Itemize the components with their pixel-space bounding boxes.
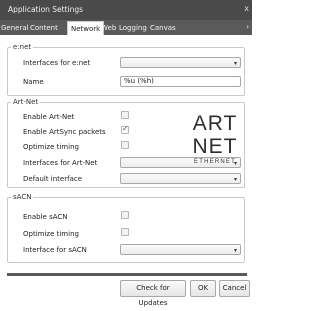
artnet-optimize-checkbox[interactable] <box>121 141 129 149</box>
ok-button[interactable]: OK <box>190 280 216 297</box>
chevron-right-icon[interactable]: › <box>246 23 249 31</box>
cancel-button[interactable]: Cancel <box>219 280 250 297</box>
sacn-optimize-checkbox[interactable] <box>121 228 129 236</box>
artnet-logo: ART NET ETHERNET <box>184 110 246 168</box>
sacn-enable-checkbox[interactable] <box>121 211 129 219</box>
enet-interfaces-label: Interfaces for e:net <box>23 59 91 67</box>
artnet-group-title: Art-Net <box>11 98 41 106</box>
sacn-optimize-label: Optimize timing <box>23 230 79 238</box>
enet-name-label: Name <box>23 78 44 86</box>
content-bottom-border <box>7 273 247 276</box>
checkmark-icon: ✓ <box>122 124 129 133</box>
tab-content[interactable]: Content <box>29 21 59 35</box>
tab-bar: General Content Network Web Logging Canv… <box>0 20 252 35</box>
chevron-down-icon: ▾ <box>233 176 237 183</box>
window-title: Application Settings <box>8 5 84 14</box>
default-interface-select[interactable]: ▾ <box>120 173 241 184</box>
artnet-interfaces-label: Interfaces for Art-Net <box>23 159 98 167</box>
enet-group: e:net Interfaces for e:net ▾ Name %u (%h… <box>7 43 245 96</box>
settings-window: Application Settings x General Content N… <box>0 0 252 307</box>
tab-network[interactable]: Network <box>67 21 105 35</box>
chevron-down-icon: ▾ <box>233 60 237 67</box>
tab-general[interactable]: General <box>0 21 30 35</box>
sacn-interface-select[interactable]: ▾ <box>120 244 241 255</box>
chevron-down-icon: ▾ <box>233 247 237 254</box>
title-bar: Application Settings x <box>0 0 252 20</box>
logo-line-3: ETHERNET <box>194 159 236 165</box>
logo-line-1: ART <box>193 112 238 135</box>
artnet-optimize-label: Optimize timing <box>23 143 79 151</box>
sacn-enable-label: Enable sACN <box>23 213 68 221</box>
default-interface-label: Default interface <box>23 175 83 183</box>
sacn-group: sACN Enable sACN Optimize timing Interfa… <box>7 193 245 263</box>
close-icon[interactable]: x <box>244 4 249 13</box>
sacn-group-title: sACN <box>11 193 34 201</box>
sacn-interface-label: Interface for sACN <box>23 246 87 254</box>
enet-interfaces-select[interactable]: ▾ <box>120 57 241 68</box>
artnet-enable-checkbox[interactable] <box>121 111 129 119</box>
tab-canvas[interactable]: Canvas <box>149 21 177 35</box>
check-updates-button[interactable]: Check for Updates <box>120 280 186 307</box>
enet-group-title: e:net <box>11 43 34 51</box>
artnet-enable-label: Enable Art-Net <box>23 113 75 121</box>
artsync-checkbox[interactable]: ✓ <box>121 124 129 134</box>
network-settings-panel: e:net Interfaces for e:net ▾ Name %u (%h… <box>7 40 247 272</box>
enet-name-input[interactable]: %u (%h) <box>120 76 241 87</box>
logo-line-2: NET <box>193 135 238 158</box>
tab-web[interactable]: Web <box>100 21 117 35</box>
artsync-label: Enable ArtSync packets <box>23 128 106 136</box>
tab-logging[interactable]: Logging <box>118 21 148 35</box>
